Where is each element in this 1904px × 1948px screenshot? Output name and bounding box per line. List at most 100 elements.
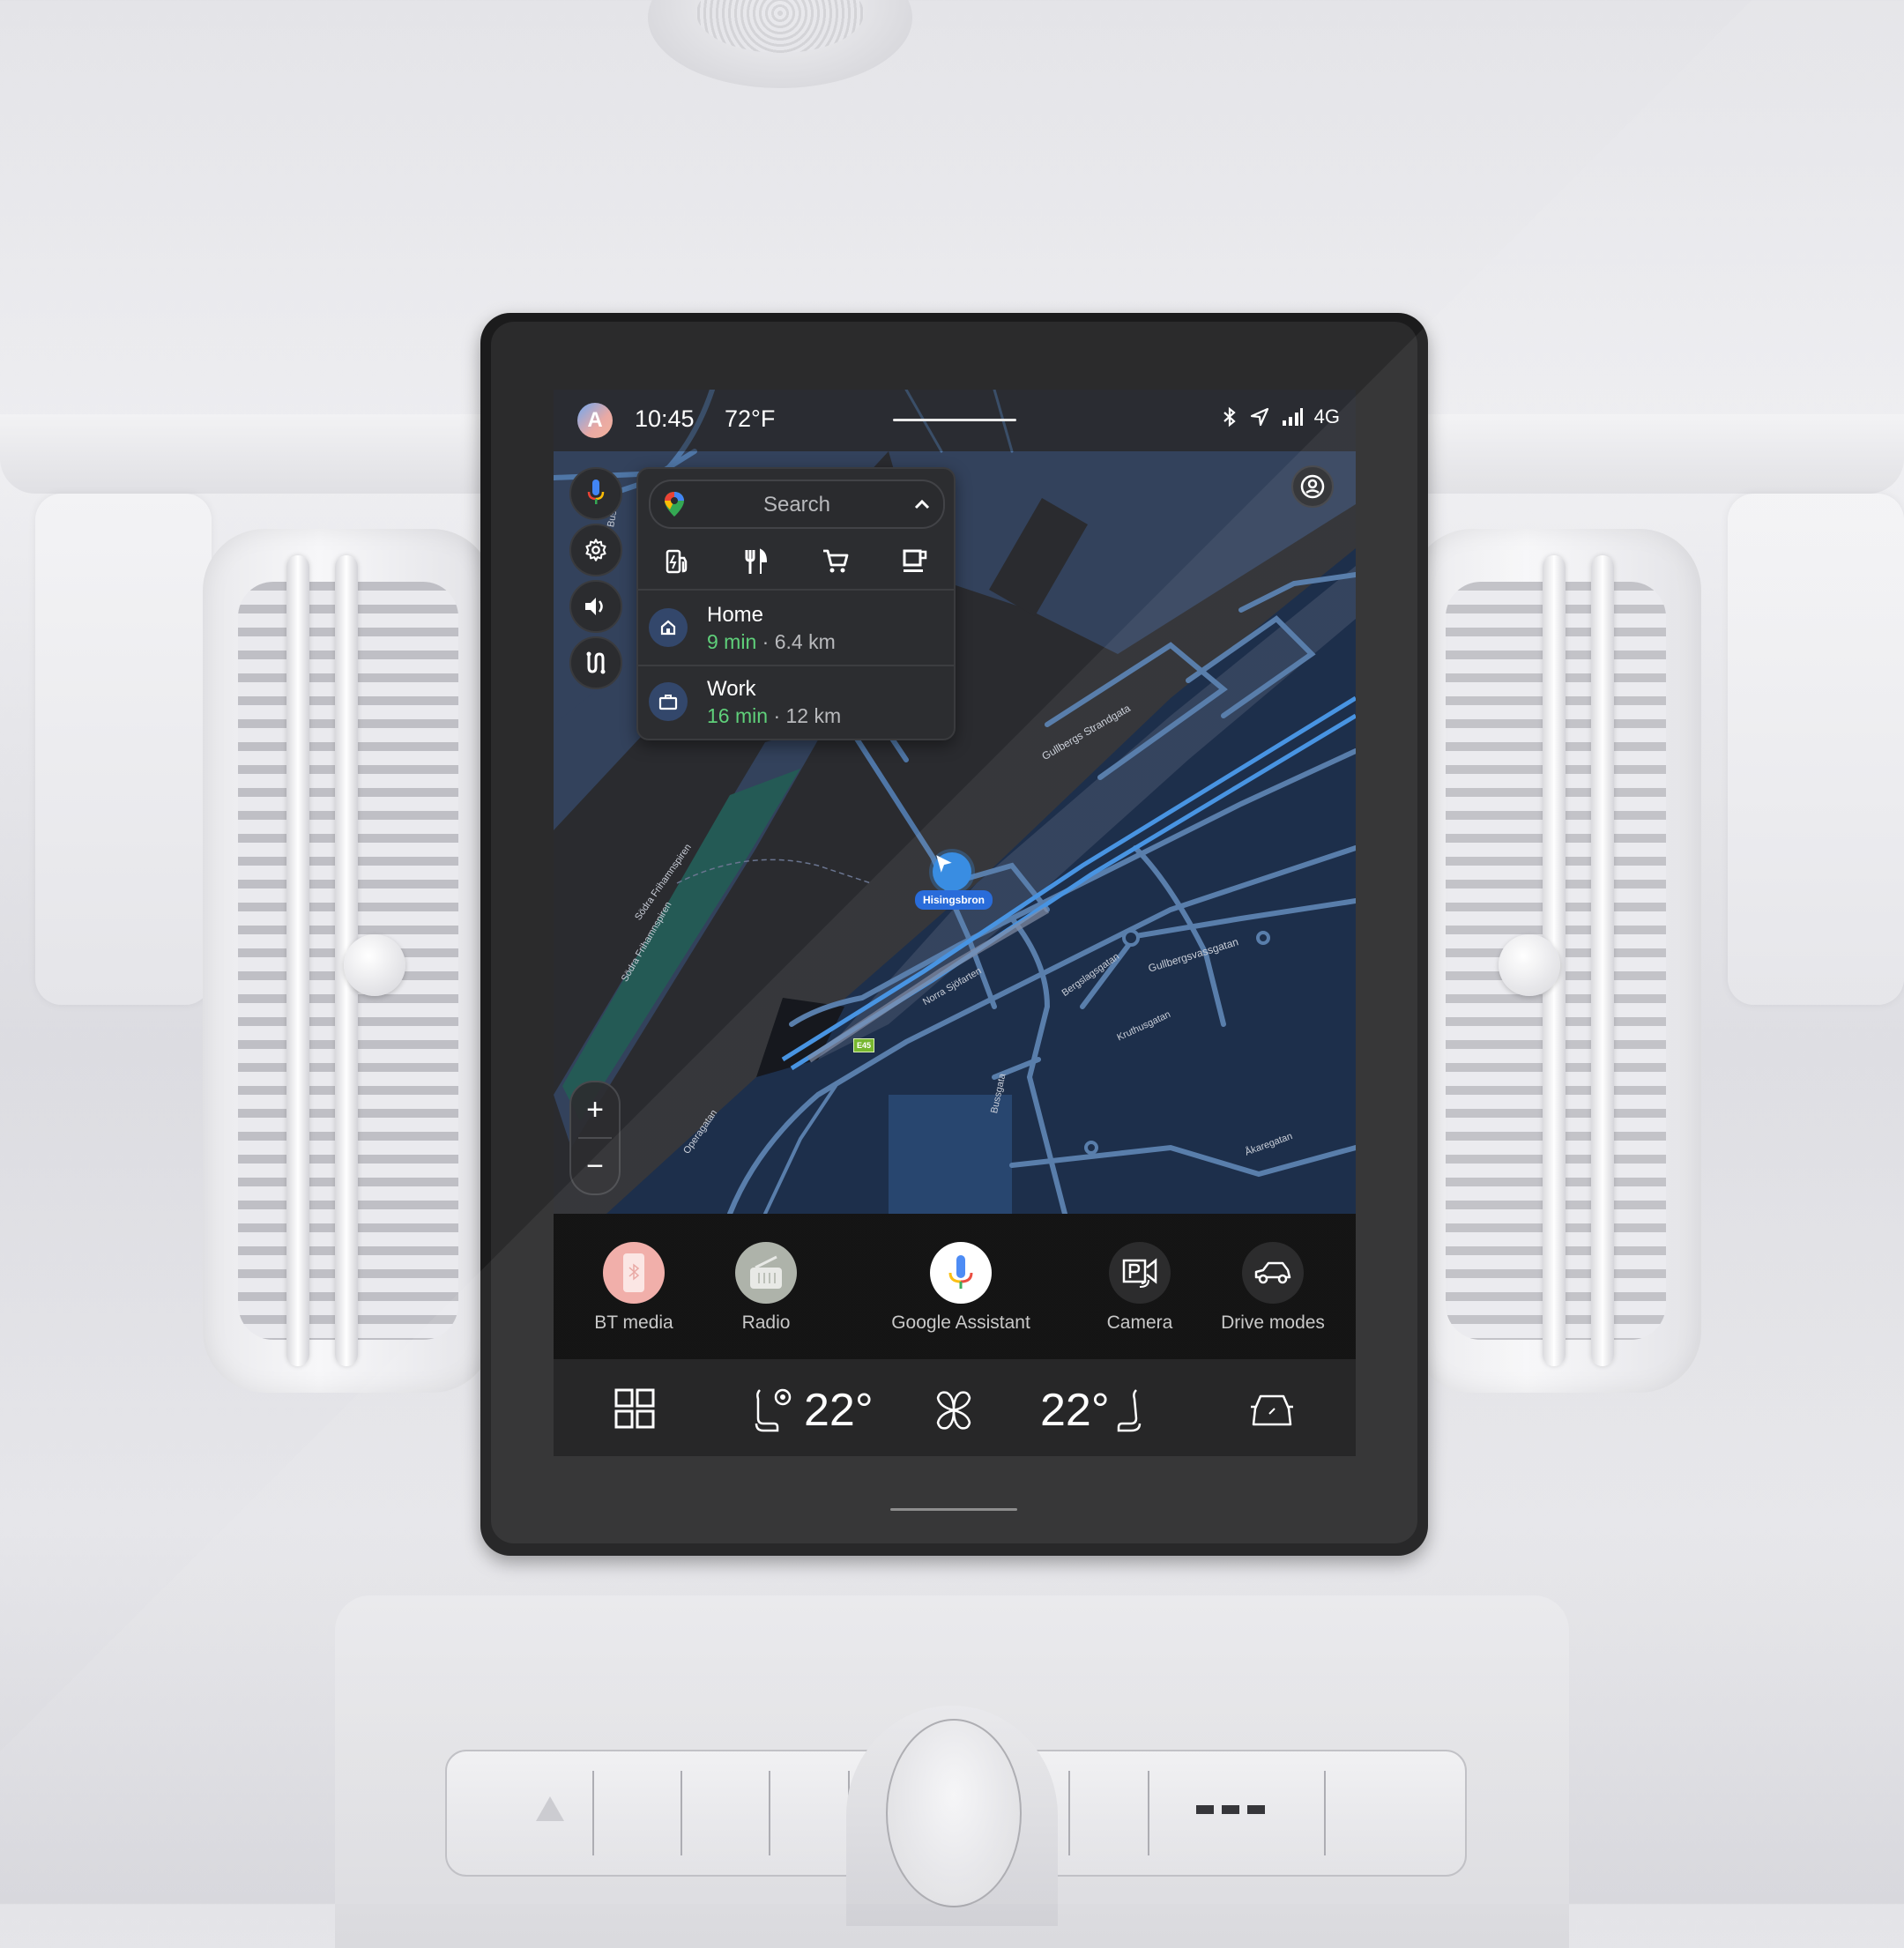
location-arrow-icon [1250,407,1268,427]
restaurant-icon [745,547,768,574]
passenger-climate-control[interactable]: 22° [1040,1384,1143,1437]
destination-home[interactable]: Home 9 min · 6.4 km [638,591,954,665]
briefcase-icon-badge [649,682,688,721]
camera-icon-bg [1109,1242,1171,1304]
speaker-grill [696,0,864,53]
dock-app-bt-media[interactable]: BT media [559,1242,709,1334]
gear-icon [585,539,606,561]
map-roundabout [1256,931,1270,945]
destination-eta: 9 min [707,630,757,653]
account-icon [1300,474,1325,499]
current-road-label: Hisingsbron [915,890,993,910]
passenger-temperature: 22° [1040,1385,1110,1436]
zoom-in-button[interactable]: + [571,1082,619,1137]
dock-app-radio[interactable]: Radio [691,1242,841,1334]
assistant-mic-icon [948,1255,973,1289]
network-type: 4G [1313,405,1340,428]
fan-button[interactable] [931,1389,977,1431]
console-button[interactable] [1068,1771,1070,1855]
car-front-icon [1251,1394,1293,1426]
driver-temperature: 22° [804,1385,874,1436]
map-roundabout [1084,1141,1098,1155]
avatar[interactable]: A [577,403,613,438]
console-button[interactable] [592,1771,594,1855]
destination-work[interactable]: Work 16 min · 12 km [638,666,954,740]
console-button[interactable] [769,1771,770,1855]
home-icon-badge [649,608,688,647]
app-dock: BT media Radio Google Assistant Camera D… [554,1214,1356,1359]
app-grid-button[interactable] [614,1387,656,1430]
left-air-vent [203,529,494,1393]
bt-media-icon-bg [603,1242,665,1304]
outside-temperature: 72°F [725,405,776,432]
zoom-out-button[interactable]: − [571,1139,619,1193]
category-charging-button[interactable] [651,539,704,584]
climate-bar: 22° 22° [554,1359,1356,1456]
left-dash-panel [35,494,212,1005]
volume-icon [585,598,603,615]
account-button[interactable] [1291,465,1334,508]
category-row [638,532,954,590]
defrost-indicator-icon [1196,1805,1265,1814]
volume-dial[interactable] [886,1719,1022,1907]
dock-app-google-assistant[interactable]: Google Assistant [873,1242,1049,1334]
search-card: Search Home 9 min · 6.4 km Work 16 min ·… [636,467,956,740]
console-button[interactable] [1324,1771,1326,1855]
right-air-vent [1410,529,1701,1393]
vent-fin [1591,555,1614,1366]
infotainment-screen: Gullbergs Strandgata Gullbergsvassgatan … [554,390,1356,1456]
right-dash-panel [1728,494,1904,1005]
driver-climate-control[interactable]: 22° [755,1384,874,1437]
radio-icon-bg [735,1242,797,1304]
destination-name: Home [707,603,764,627]
home-handle[interactable] [890,1508,1017,1511]
category-restaurants-button[interactable] [730,539,783,584]
status-bar: A 10:45 72°F 4G [554,390,1356,451]
status-icons: 4G [1221,405,1340,428]
dock-app-label: Radio [741,1312,791,1333]
console-button[interactable] [681,1771,682,1855]
route-options-button[interactable] [569,636,622,689]
route-icon [586,651,606,674]
passenger-seat-icon [1117,1389,1141,1432]
hazard-icon[interactable] [536,1796,564,1821]
fan-icon [936,1391,971,1430]
car-functions-button[interactable] [1248,1391,1296,1430]
destination-eta: 16 min [707,704,769,727]
dashboard-speaker [648,0,912,88]
search-input[interactable]: Search [649,480,945,529]
shopping-cart-icon [822,549,849,572]
destination-meta: 9 min · 6.4 km [707,630,836,654]
bluetooth-phone-icon [623,1253,644,1292]
vent-knob[interactable] [1499,934,1560,996]
home-icon [660,620,676,636]
assistant-icon-bg [930,1242,992,1304]
driver-seat-icon [755,1388,792,1432]
current-location-marker[interactable] [933,852,971,891]
app-grid-icon [614,1388,655,1429]
category-coffee-button[interactable] [888,539,941,584]
chevron-up-icon[interactable] [913,498,931,510]
voice-button[interactable] [569,467,622,520]
vent-knob[interactable] [344,934,405,996]
clock: 10:45 [635,405,695,432]
signal-icon [1282,408,1303,426]
audio-guidance-button[interactable] [569,580,622,633]
dock-app-drive-modes[interactable]: Drive modes [1185,1242,1356,1334]
category-grocery-button[interactable] [809,539,862,584]
navigation-arrow-icon [936,855,952,873]
radio-icon [750,1255,782,1289]
coffee-icon [903,549,927,572]
notification-handle[interactable] [893,419,1016,421]
settings-button[interactable] [569,524,622,576]
console-button[interactable] [1148,1771,1149,1855]
destination-name: Work [707,677,756,701]
destination-distance: 12 km [785,704,842,727]
road-shield-badge: E45 [853,1038,875,1052]
separator: · [773,704,781,727]
drive-modes-icon-bg [1242,1242,1304,1304]
dock-app-label: Drive modes [1221,1312,1325,1333]
parking-camera-icon [1122,1258,1157,1288]
briefcase-icon [658,695,678,710]
dock-app-label: BT media [594,1312,673,1333]
